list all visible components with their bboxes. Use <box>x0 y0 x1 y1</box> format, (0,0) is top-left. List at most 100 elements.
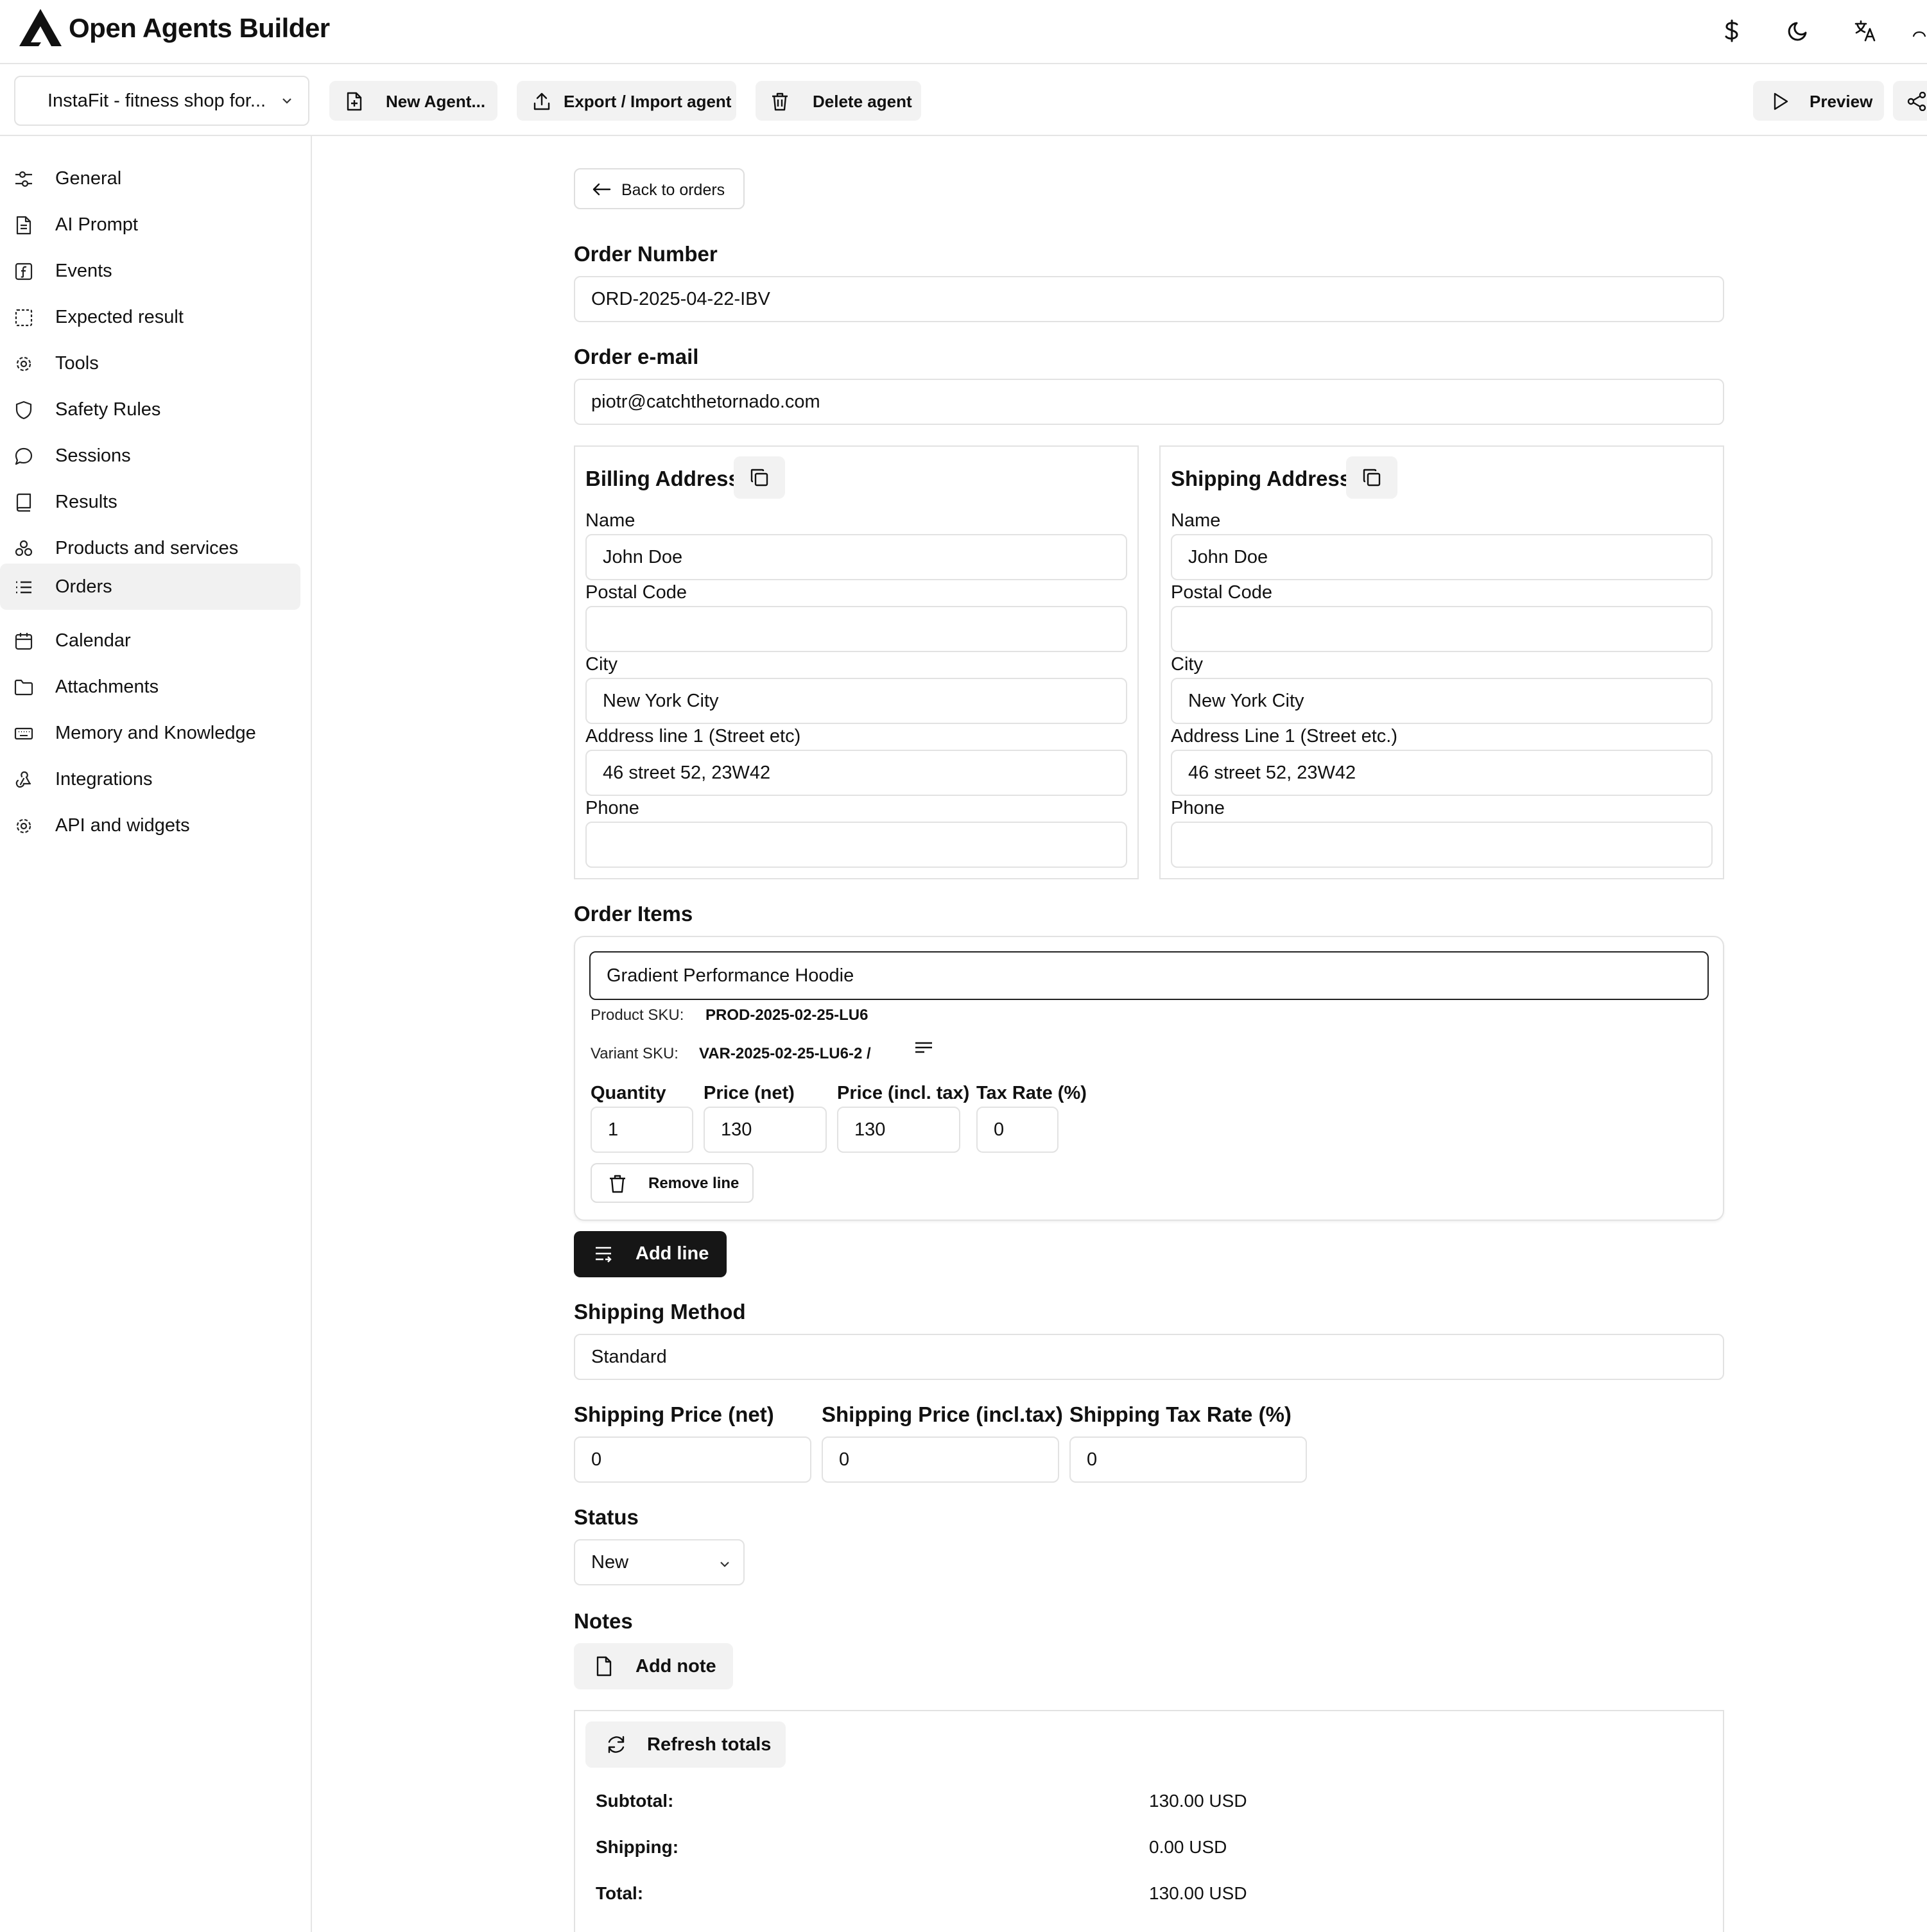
shipping-address-label: Address Line 1 (Street etc.) <box>1171 726 1397 746</box>
billing-phone-input[interactable] <box>585 822 1127 868</box>
sidebar-item-results[interactable]: Results <box>0 479 300 525</box>
order-email-input[interactable]: piotr@catchthetornado.com <box>574 379 1724 425</box>
moon-icon[interactable] <box>1783 15 1814 46</box>
arrow-left-icon <box>592 183 611 196</box>
dollar-icon[interactable] <box>1716 15 1747 46</box>
calendar-icon <box>15 633 33 650</box>
export-import-button[interactable]: Export / Import agent <box>517 81 736 121</box>
refresh-totals-button[interactable]: Refresh totals <box>585 1721 786 1768</box>
sliders-icon <box>15 171 32 187</box>
billing-copy-button[interactable] <box>734 456 785 499</box>
shipping-address-input[interactable]: 46 street 52, 23W42 <box>1171 750 1713 796</box>
share-button[interactable] <box>1893 81 1927 121</box>
sidebar-item-label: Calendar <box>55 630 131 651</box>
copy-icon <box>750 469 768 487</box>
add-note-button[interactable]: Add note <box>574 1643 733 1689</box>
billing-city-input[interactable]: New York City <box>585 678 1127 724</box>
add-line-button[interactable]: Add line <box>574 1231 727 1277</box>
price-incl-input[interactable]: 130 <box>837 1107 960 1153</box>
sidebar-item-label: Safety Rules <box>55 399 161 420</box>
sidebar-item-label: Sessions <box>55 445 131 466</box>
order-number-input[interactable]: ORD-2025-04-22-IBV <box>574 276 1724 322</box>
shipping-phone-input[interactable] <box>1171 822 1713 868</box>
billing-name-input[interactable]: John Doe <box>585 534 1127 580</box>
shipping-tax-rate-input[interactable]: 0 <box>1069 1436 1307 1483</box>
shipping-tax-rate-label: Shipping Tax Rate (%) <box>1069 1402 1292 1426</box>
tax-rate-label: Tax Rate (%) <box>976 1083 1087 1103</box>
price-net-input[interactable]: 130 <box>704 1107 827 1153</box>
billing-name-label: Name <box>585 510 635 531</box>
folder-icon <box>14 679 33 696</box>
add-note-label: Add note <box>635 1656 716 1677</box>
sidebar-item-expected-result[interactable]: Expected result <box>0 294 300 340</box>
refresh-totals-label: Refresh totals <box>647 1734 772 1755</box>
order-email-label: Order e-mail <box>574 345 699 368</box>
subtotal-value: 130.00 USD <box>1149 1791 1247 1811</box>
variant-menu-icon[interactable] <box>914 1041 933 1058</box>
refresh-icon <box>608 1736 625 1754</box>
sidebar-item-label: Products and services <box>55 538 239 558</box>
product-name-input[interactable]: Gradient Performance Hoodie <box>589 951 1709 1000</box>
tax-rate-input[interactable]: 0 <box>976 1107 1059 1153</box>
new-agent-button[interactable]: New Agent... <box>329 81 497 121</box>
file-icon <box>596 1656 612 1677</box>
keyboard-icon <box>14 727 33 740</box>
sidebar-item-memory-and-knowledge[interactable]: Memory and Knowledge <box>0 710 300 756</box>
sidebar-item-label: Orders <box>55 576 112 597</box>
billing-address-input[interactable]: 46 street 52, 23W42 <box>585 750 1127 796</box>
upload-icon <box>533 92 550 110</box>
dashed-square-icon <box>15 309 33 327</box>
remove-line-label: Remove line <box>648 1175 739 1192</box>
sidebar-item-sessions[interactable]: Sessions <box>0 433 300 479</box>
status-select[interactable]: New <box>574 1539 745 1585</box>
sidebar-item-tools[interactable]: Tools <box>0 340 300 386</box>
toolbar: InstaFit - fitness shop for... New Agent… <box>0 64 1927 136</box>
delete-agent-button[interactable]: Delete agent <box>756 81 921 121</box>
shipping-city-input[interactable]: New York City <box>1171 678 1713 724</box>
shipping-price-net-label: Shipping Price (net) <box>574 1402 774 1426</box>
shipping-price-net-input[interactable]: 0 <box>574 1436 811 1483</box>
translate-icon[interactable] <box>1850 15 1881 46</box>
sidebar-item-safety-rules[interactable]: Safety Rules <box>0 386 300 433</box>
shipping-price-incl-label: Shipping Price (incl.tax) <box>822 1402 1063 1426</box>
sidebar-item-api-and-widgets[interactable]: API and widgets <box>0 802 300 849</box>
trash-icon <box>772 92 788 111</box>
preview-label: Preview <box>1810 92 1873 111</box>
price-incl-label: Price (incl. tax) <box>837 1083 970 1103</box>
sidebar-item-general[interactable]: General <box>0 155 300 202</box>
sidebar-item-attachments[interactable]: Attachments <box>0 664 300 710</box>
shipping-name-input[interactable]: John Doe <box>1171 534 1713 580</box>
billing-address-title: Billing Address <box>585 467 740 490</box>
remove-line-button[interactable]: Remove line <box>591 1163 754 1203</box>
sidebar-item-label: Memory and Knowledge <box>55 723 256 743</box>
shipping-copy-button[interactable] <box>1346 456 1397 499</box>
delete-agent-label: Delete agent <box>813 92 912 111</box>
shipping-postal-input[interactable] <box>1171 606 1713 652</box>
sidebar-item-orders[interactable]: Orders <box>0 564 300 610</box>
sidebar-item-events[interactable]: Events <box>0 248 300 294</box>
back-to-orders-button[interactable]: Back to orders <box>574 168 745 209</box>
sidebar-item-label: Attachments <box>55 677 159 697</box>
billing-address-label: Address line 1 (Street etc) <box>585 726 801 746</box>
sidebar-item-ai-prompt[interactable]: AI Prompt <box>0 202 300 248</box>
sidebar-item-integrations[interactable]: Integrations <box>0 756 300 802</box>
shipping-city-label: City <box>1171 654 1203 675</box>
variant-sku-label: Variant SKU: <box>591 1045 678 1062</box>
billing-postal-input[interactable] <box>585 606 1127 652</box>
shipping-method-input[interactable]: Standard <box>574 1334 1724 1380</box>
shipping-price-incl-input[interactable]: 0 <box>822 1436 1059 1483</box>
chat-icon <box>15 447 33 465</box>
quantity-input[interactable]: 1 <box>591 1107 693 1153</box>
sidebar-item-label: Events <box>55 261 112 281</box>
preview-button[interactable]: Preview <box>1753 81 1884 121</box>
add-line-label: Add line <box>635 1243 709 1264</box>
status-label: Status <box>574 1505 639 1529</box>
book-icon <box>16 493 31 512</box>
billing-postal-label: Postal Code <box>585 582 687 603</box>
subtotal-label: Subtotal: <box>596 1791 674 1811</box>
agent-select[interactable]: InstaFit - fitness shop for... <box>14 76 309 126</box>
sidebar: General AI Prompt Events Expected result… <box>0 136 312 1932</box>
product-sku-value: PROD-2025-02-25-LU6 <box>705 1006 868 1024</box>
sidebar-item-calendar[interactable]: Calendar <box>0 617 300 664</box>
user-icon[interactable] <box>1912 15 1927 46</box>
